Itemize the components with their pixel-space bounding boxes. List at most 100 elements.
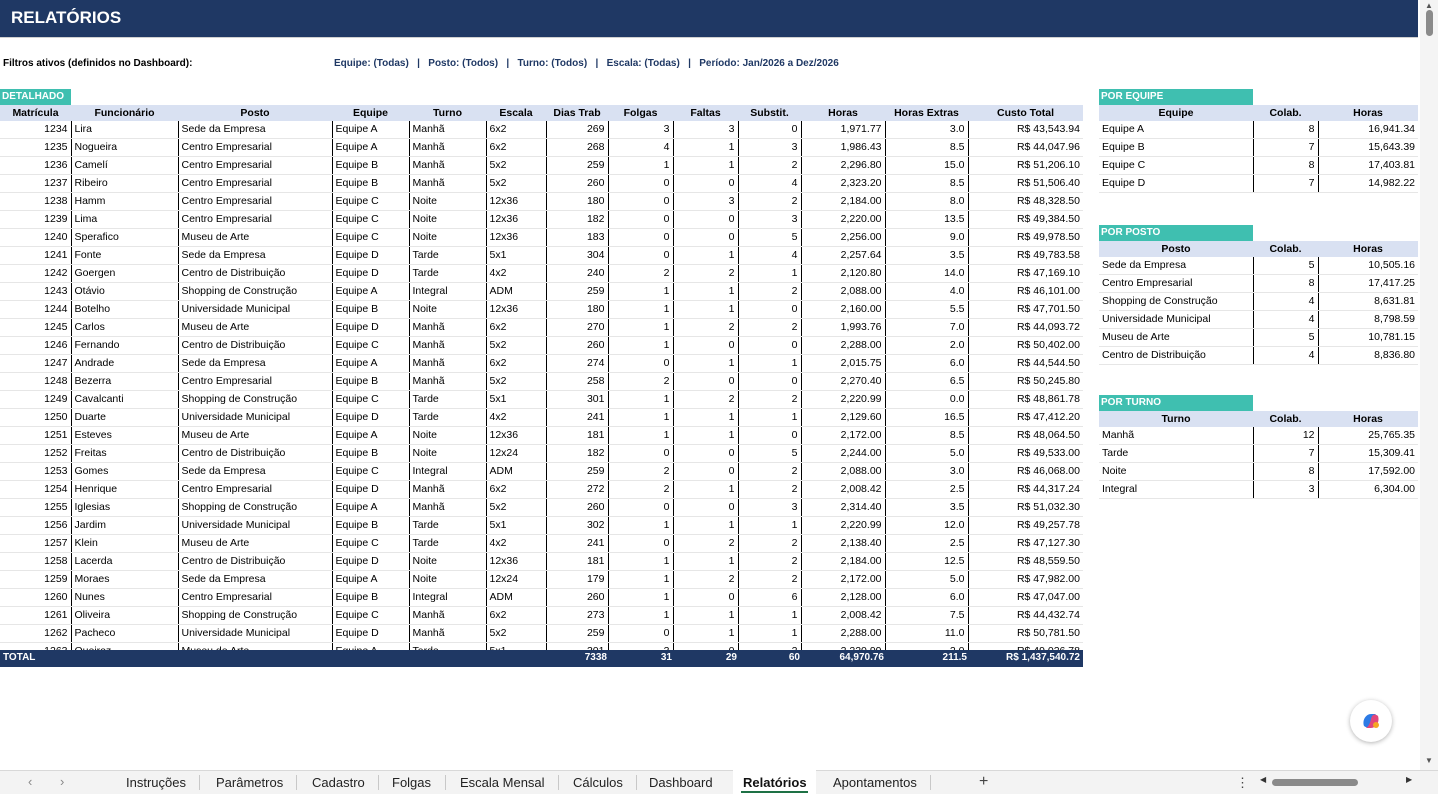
cell-posto[interactable]: Sede da Empresa bbox=[178, 121, 333, 139]
cell-dias-trab[interactable]: 259 bbox=[546, 462, 609, 481]
cell-dias-trab[interactable]: 268 bbox=[546, 138, 609, 157]
cell-matricula[interactable]: 1248 bbox=[0, 372, 72, 391]
cell-horas[interactable]: 14,982.22 bbox=[1318, 174, 1418, 193]
horizontal-scroll-thumb[interactable] bbox=[1272, 779, 1358, 786]
cell-escala[interactable]: 5x2 bbox=[486, 336, 547, 355]
next-sheet-icon[interactable]: › bbox=[60, 774, 64, 789]
cell-matricula[interactable]: 1254 bbox=[0, 480, 72, 499]
cell-escala[interactable]: 12x36 bbox=[486, 228, 547, 247]
cell-faltas[interactable]: 0 bbox=[673, 210, 739, 229]
cell-folgas[interactable]: 1 bbox=[608, 516, 674, 535]
cell-turno[interactable]: Noite bbox=[409, 426, 487, 445]
cell-horas[interactable]: 8,798.59 bbox=[1318, 310, 1418, 329]
cell-faltas[interactable]: 0 bbox=[673, 372, 739, 391]
cell-faltas[interactable]: 1 bbox=[673, 552, 739, 571]
cell-dias-trab[interactable]: 181 bbox=[546, 426, 609, 445]
cell-posto[interactable]: Universidade Municipal bbox=[178, 516, 333, 535]
cell-substit[interactable]: 0 bbox=[738, 372, 802, 391]
copilot-button[interactable] bbox=[1350, 700, 1392, 742]
cell-horas-extras[interactable]: 13.5 bbox=[885, 210, 969, 229]
cell-matricula[interactable]: 1252 bbox=[0, 444, 72, 463]
cell-matricula[interactable]: 1256 bbox=[0, 516, 72, 535]
cell-faltas[interactable]: 1 bbox=[673, 606, 739, 625]
cell-matricula[interactable]: 1250 bbox=[0, 408, 72, 427]
cell-custo-total[interactable]: R$ 44,317.24 bbox=[968, 480, 1083, 499]
cell-matricula[interactable]: 1245 bbox=[0, 318, 72, 337]
tab-parametros[interactable]: Parâmetros bbox=[216, 775, 298, 790]
cell-funcionario[interactable]: Botelho bbox=[71, 300, 179, 319]
cell-funcionario[interactable]: Otávio bbox=[71, 282, 179, 301]
cell-equipe[interactable]: Equipe B bbox=[332, 156, 410, 175]
cell-horas[interactable]: 2,288.00 bbox=[801, 336, 886, 355]
cell-horas[interactable]: 1,993.76 bbox=[801, 318, 886, 337]
cell-turno[interactable]: Manhã bbox=[409, 156, 487, 175]
cell-horas-extras[interactable]: 6.5 bbox=[885, 372, 969, 391]
cell-funcionario[interactable]: Ribeiro bbox=[71, 174, 179, 193]
cell-substit[interactable]: 1 bbox=[738, 408, 802, 427]
cell-faltas[interactable]: 1 bbox=[673, 156, 739, 175]
cell-equipe[interactable]: Equipe D bbox=[332, 624, 410, 643]
cell-horas[interactable]: 15,643.39 bbox=[1318, 138, 1418, 157]
cell-custo-total[interactable]: R$ 47,169.10 bbox=[968, 264, 1083, 283]
cell-faltas[interactable]: 0 bbox=[673, 228, 739, 247]
cell-horas[interactable]: 2,129.60 bbox=[801, 408, 886, 427]
cell-substit[interactable]: 2 bbox=[738, 318, 802, 337]
cell-custo-total[interactable]: R$ 49,533.00 bbox=[968, 444, 1083, 463]
cell-posto[interactable]: Shopping de Construção bbox=[178, 606, 333, 625]
cell-folgas[interactable]: 1 bbox=[608, 588, 674, 607]
cell-funcionario[interactable]: Cavalcanti bbox=[71, 390, 179, 409]
cell-dias-trab[interactable]: 260 bbox=[546, 174, 609, 193]
cell-funcionario[interactable]: Esteves bbox=[71, 426, 179, 445]
cell-horas-extras[interactable]: 8.5 bbox=[885, 426, 969, 445]
more-options-icon[interactable]: ⋮ bbox=[1236, 775, 1249, 791]
cell-substit[interactable]: 1 bbox=[738, 354, 802, 373]
cell-colab[interactable]: 12 bbox=[1253, 427, 1319, 445]
cell-custo-total[interactable]: R$ 43,543.94 bbox=[968, 121, 1083, 139]
cell-folgas[interactable]: 1 bbox=[608, 390, 674, 409]
cell-matricula[interactable]: 1234 bbox=[0, 121, 72, 139]
cell-custo-total[interactable]: R$ 46,101.00 bbox=[968, 282, 1083, 301]
cell-folgas[interactable]: 1 bbox=[608, 318, 674, 337]
tab-cadastro[interactable]: Cadastro bbox=[312, 775, 379, 790]
cell-turno[interactable]: Integral bbox=[409, 462, 487, 481]
cell-equipe[interactable]: Equipe C bbox=[332, 336, 410, 355]
cell-escala[interactable]: 4x2 bbox=[486, 534, 547, 553]
cell-escala[interactable]: ADM bbox=[486, 462, 547, 481]
cell-folgas[interactable]: 2 bbox=[608, 462, 674, 481]
cell-colab[interactable]: 5 bbox=[1253, 328, 1319, 347]
cell-horas[interactable]: 1,971.77 bbox=[801, 121, 886, 139]
cell-horas-extras[interactable]: 9.0 bbox=[885, 228, 969, 247]
cell-horas-extras[interactable]: 3.5 bbox=[885, 246, 969, 265]
cell-folgas[interactable]: 0 bbox=[608, 354, 674, 373]
cell-funcionario[interactable]: Camelí bbox=[71, 156, 179, 175]
cell-substit[interactable]: 0 bbox=[738, 426, 802, 445]
vertical-scroll-thumb[interactable] bbox=[1426, 10, 1433, 36]
cell-escala[interactable]: 6x2 bbox=[486, 138, 547, 157]
cell-horas[interactable]: 2,172.00 bbox=[801, 426, 886, 445]
cell-faltas[interactable]: 0 bbox=[673, 336, 739, 355]
cell-substit[interactable]: 2 bbox=[738, 282, 802, 301]
cell-equipe[interactable]: Equipe A bbox=[332, 354, 410, 373]
cell-horas[interactable]: 17,592.00 bbox=[1318, 462, 1418, 481]
cell-faltas[interactable]: 0 bbox=[673, 174, 739, 193]
cell-turno[interactable]: Manhã bbox=[409, 372, 487, 391]
cell-folgas[interactable]: 0 bbox=[608, 444, 674, 463]
cell-posto[interactable]: Centro Empresarial bbox=[178, 372, 333, 391]
cell-turno[interactable]: Manhã bbox=[409, 138, 487, 157]
cell-name[interactable]: Integral bbox=[1099, 480, 1254, 499]
cell-matricula[interactable]: 1247 bbox=[0, 354, 72, 373]
cell-equipe[interactable]: Equipe C bbox=[332, 390, 410, 409]
cell-funcionario[interactable]: Nunes bbox=[71, 588, 179, 607]
cell-turno[interactable]: Manhã bbox=[409, 606, 487, 625]
cell-matricula[interactable]: 1240 bbox=[0, 228, 72, 247]
cell-custo-total[interactable]: R$ 44,432.74 bbox=[968, 606, 1083, 625]
cell-dias-trab[interactable]: 273 bbox=[546, 606, 609, 625]
cell-faltas[interactable]: 0 bbox=[673, 498, 739, 517]
cell-horas-extras[interactable]: 8.5 bbox=[885, 174, 969, 193]
cell-faltas[interactable]: 1 bbox=[673, 426, 739, 445]
cell-equipe[interactable]: Equipe C bbox=[332, 462, 410, 481]
cell-funcionario[interactable]: Lima bbox=[71, 210, 179, 229]
cell-custo-total[interactable]: R$ 46,068.00 bbox=[968, 462, 1083, 481]
cell-faltas[interactable]: 1 bbox=[673, 408, 739, 427]
cell-custo-total[interactable]: R$ 49,257.78 bbox=[968, 516, 1083, 535]
